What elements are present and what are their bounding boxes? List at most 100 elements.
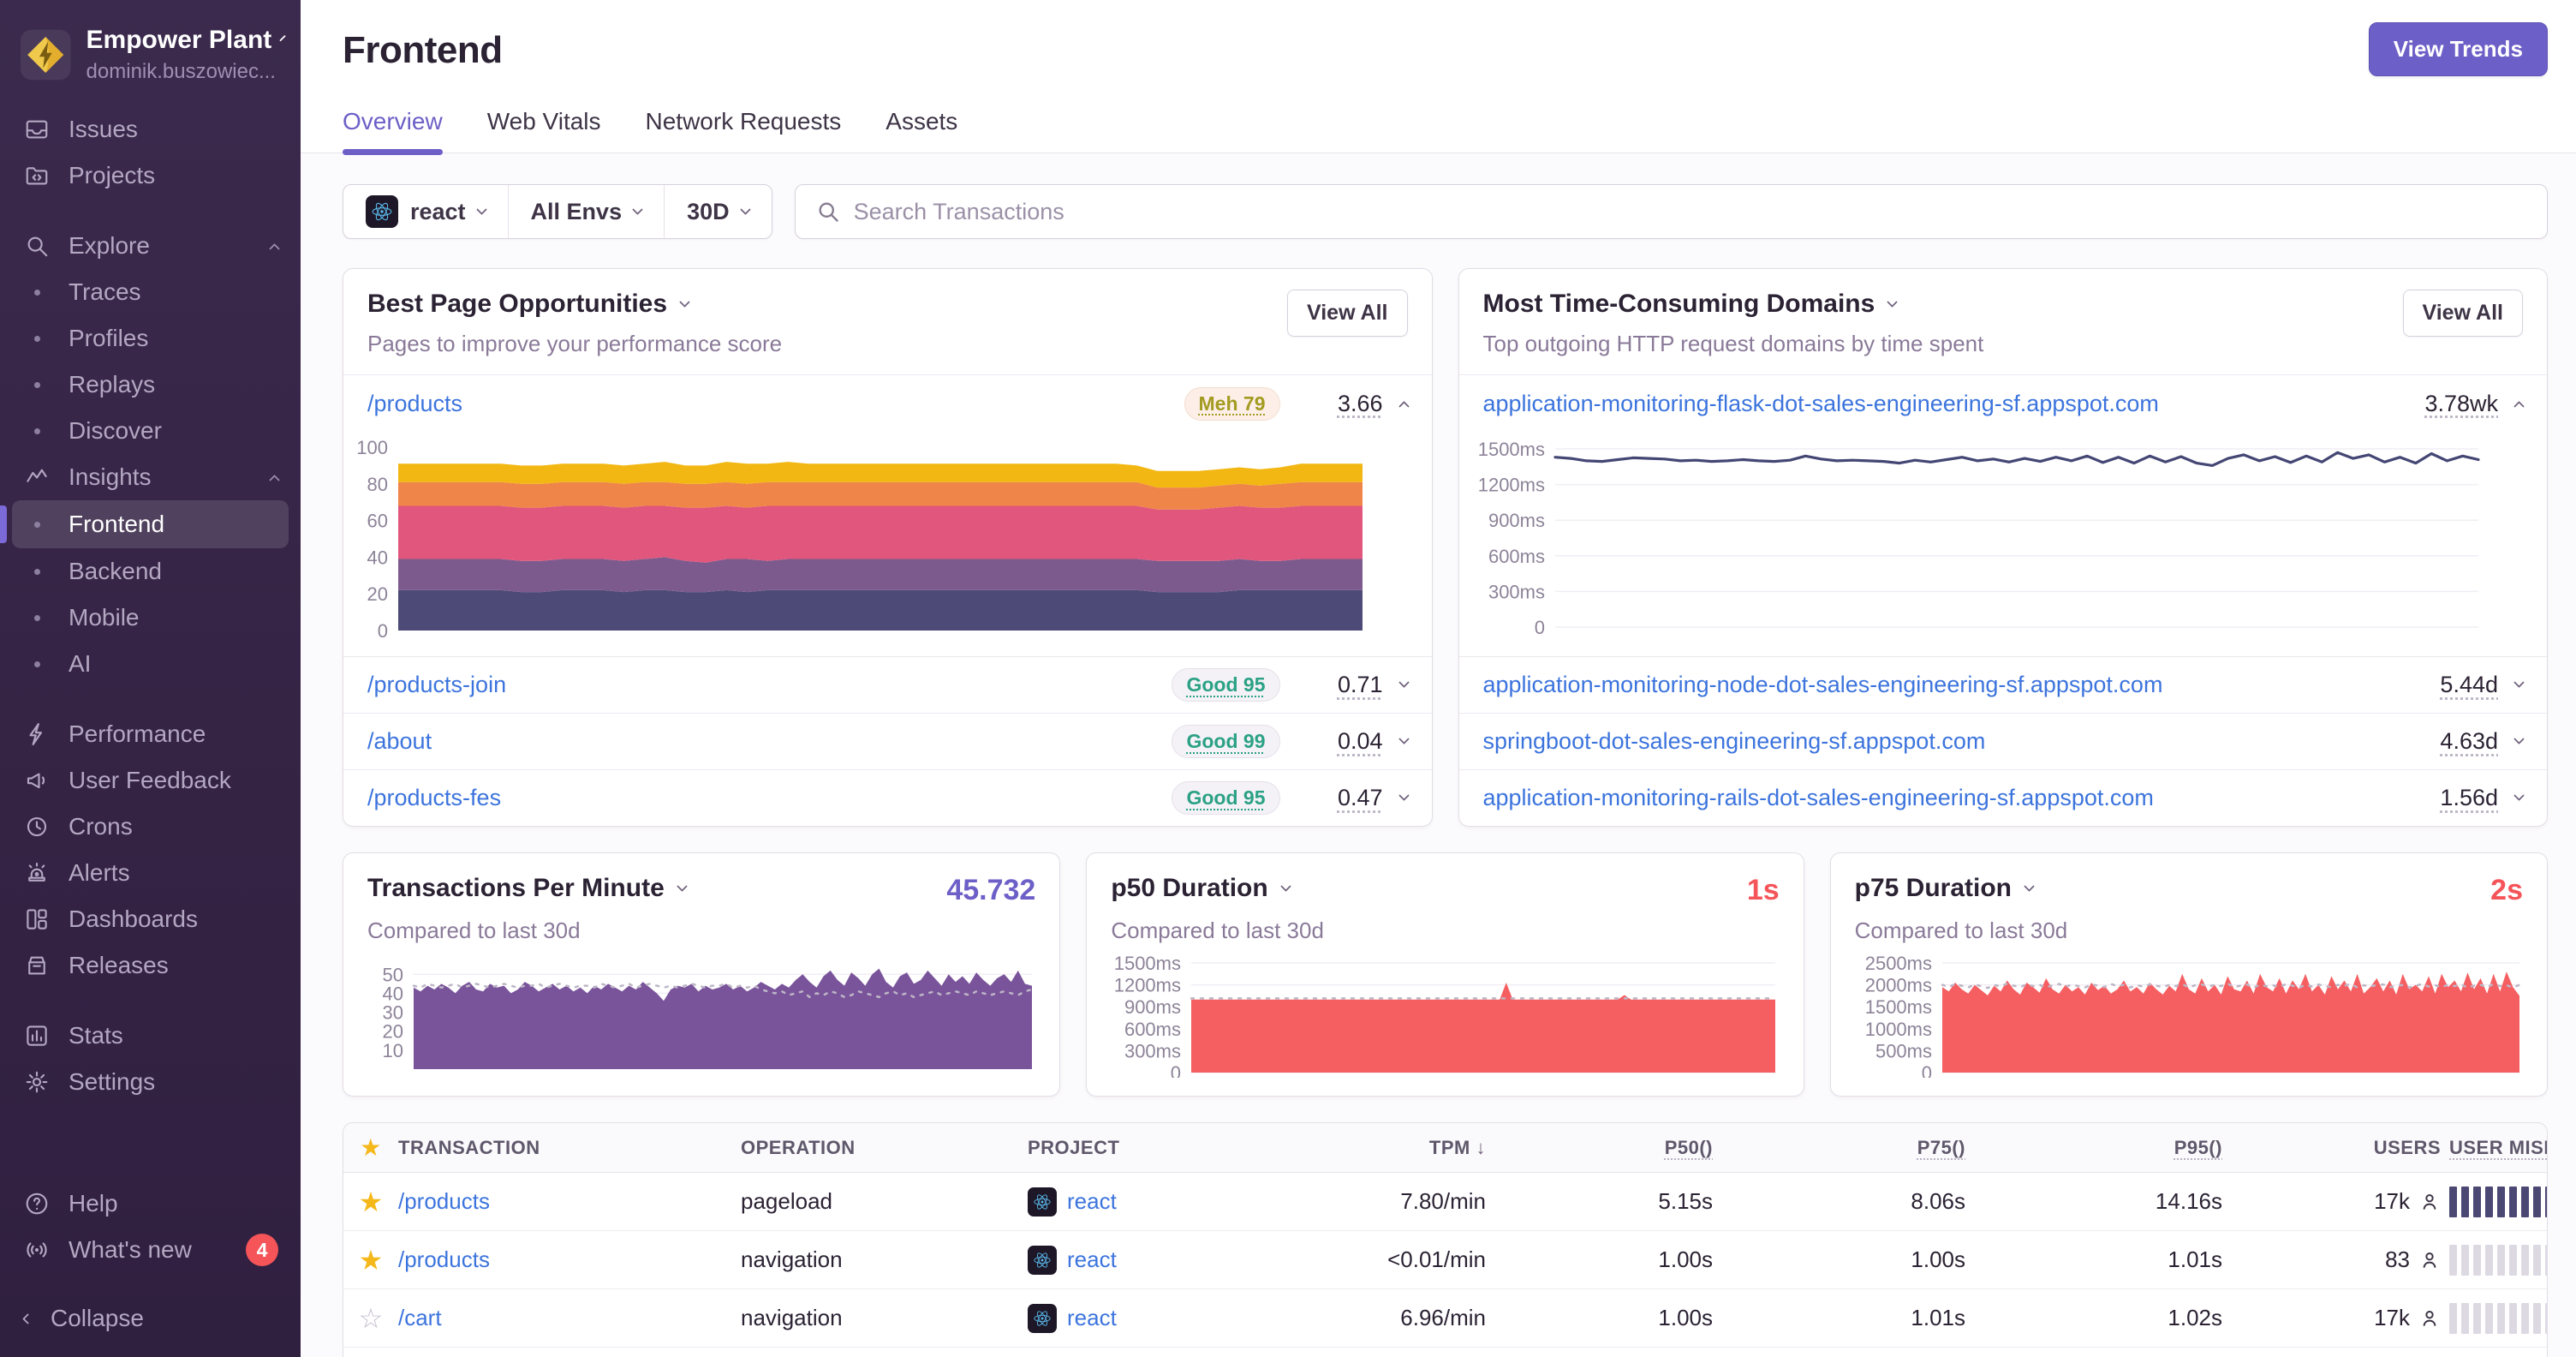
column-header-transaction[interactable]: TRANSACTION [398, 1137, 741, 1159]
project-link[interactable]: react [1028, 1303, 1315, 1333]
transaction-link[interactable]: /products [398, 1246, 741, 1273]
page-link[interactable]: /products-join [367, 672, 1172, 698]
sidebar-item-help[interactable]: Help [0, 1181, 301, 1227]
domain-link[interactable]: springboot-dot-sales-engineering-sf.apps… [1483, 728, 2396, 755]
collapse-button[interactable]: Collapse [0, 1295, 301, 1342]
tab-web-vitals[interactable]: Web Vitals [487, 108, 601, 152]
column-header-user-misery[interactable]: USER MISERY [2449, 1137, 2547, 1159]
domain-link[interactable]: application-monitoring-flask-dot-sales-e… [1483, 391, 2396, 417]
project-link[interactable]: react [1028, 1245, 1315, 1275]
table-row: ☆/checkoutnavigationreact6.24/min1.01s1.… [343, 1348, 2547, 1357]
column-header-tpm[interactable]: TPM ↓ [1315, 1137, 1494, 1159]
opportunity-score[interactable]: 0.04 [1294, 728, 1383, 755]
svg-text:600ms: 600ms [1488, 546, 1544, 567]
transaction-link[interactable]: /cart [398, 1305, 741, 1331]
column-header-p50-[interactable]: P50() [1494, 1137, 1721, 1159]
domain-time-spent[interactable]: 1.56d [2409, 785, 2498, 811]
sidebar-item-backend[interactable]: Backend [0, 548, 301, 595]
score-badge[interactable]: Good 95 [1172, 781, 1280, 815]
chevron-down-icon[interactable] [2513, 733, 2525, 745]
sidebar-item-traces[interactable]: Traces [0, 269, 301, 315]
sidebar-item-issues[interactable]: Issues [0, 106, 301, 152]
chevron-down-icon[interactable] [1398, 790, 1410, 802]
sidebar-item-replays[interactable]: Replays [0, 362, 301, 408]
opportunity-score[interactable]: 0.71 [1294, 672, 1383, 698]
chevron-down-icon[interactable] [2024, 880, 2035, 892]
summary-card-title: Transactions Per Minute [367, 874, 665, 902]
domain-time-spent[interactable]: 4.63d [2409, 728, 2498, 755]
sidebar-item-alerts[interactable]: Alerts [0, 850, 301, 896]
project-name: react [1067, 1246, 1117, 1272]
page-title: Frontend [343, 29, 503, 71]
star-toggle[interactable]: ★ [343, 1188, 398, 1216]
dashboards-icon [27, 909, 47, 930]
help-icon [26, 1193, 48, 1215]
page-link[interactable]: /products-fes [367, 785, 1172, 811]
opportunities-view-all-button[interactable]: View All [1287, 290, 1408, 337]
page-link[interactable]: /about [367, 728, 1172, 755]
domain-time-spent[interactable]: 5.44d [2409, 672, 2498, 698]
sidebar-item-releases[interactable]: Releases [0, 942, 301, 989]
sidebar-item-settings[interactable]: Settings [0, 1059, 301, 1105]
sidebar-item-discover[interactable]: Discover [0, 408, 301, 454]
sidebar-item-frontend[interactable]: Frontend [0, 500, 289, 548]
project-filter[interactable]: react [343, 185, 508, 238]
column-header-p95-[interactable]: P95() [1974, 1137, 2231, 1159]
chevron-up-icon[interactable] [2513, 400, 2525, 412]
sidebar-item-what-s-new[interactable]: What's new 4 [0, 1227, 301, 1273]
domain-link[interactable]: application-monitoring-rails-dot-sales-e… [1483, 785, 2396, 811]
react-project-icon [1028, 1187, 1057, 1217]
score-badge[interactable]: Meh 79 [1184, 386, 1280, 421]
score-badge[interactable]: Good 95 [1172, 668, 1280, 702]
domain-link[interactable]: application-monitoring-node-dot-sales-en… [1483, 672, 2396, 698]
tab-assets[interactable]: Assets [886, 108, 957, 152]
sidebar-item-dashboards[interactable]: Dashboards [0, 896, 301, 942]
sidebar-item-stats[interactable]: Stats [0, 1013, 301, 1059]
star-toggle[interactable]: ☆ [343, 1305, 398, 1332]
chevron-down-icon[interactable] [1398, 733, 1410, 745]
chevron-down-icon[interactable] [676, 880, 688, 892]
chevron-down-icon[interactable] [679, 296, 690, 308]
date-range-filter[interactable]: 30D [664, 185, 772, 238]
opportunity-score[interactable]: 3.66 [1294, 391, 1383, 417]
domain-time-spent[interactable]: 3.78wk [2409, 391, 2498, 417]
star-toggle[interactable]: ★ [343, 1246, 398, 1274]
table-row: ★/products pageload react 7.80/min 5.15s 8.06… [343, 1173, 2547, 1231]
environment-filter[interactable]: All Envs [507, 185, 665, 238]
chevron-down-icon[interactable] [2513, 790, 2525, 802]
summary-cards: Transactions Per Minute 45.732 Compared to… [343, 852, 2548, 1097]
sidebar-item-insights[interactable]: Insights [0, 454, 301, 500]
column-header-p75-[interactable]: P75() [1721, 1137, 1974, 1159]
project-link[interactable]: react [1028, 1187, 1315, 1217]
chevron-down-icon[interactable] [2513, 677, 2525, 689]
search-input[interactable] [853, 198, 2526, 225]
column-header-project[interactable]: PROJECT [1028, 1137, 1315, 1159]
sidebar-item-user-feedback[interactable]: User Feedback [0, 757, 301, 804]
tab-overview[interactable]: Overview [343, 108, 443, 155]
chevron-up-icon[interactable] [1398, 400, 1410, 412]
chevron-down-icon[interactable] [1279, 880, 1291, 892]
opportunity-score[interactable]: 0.47 [1294, 785, 1383, 811]
score-badge[interactable]: Good 99 [1172, 725, 1280, 758]
page-link[interactable]: /products [367, 391, 1184, 417]
sidebar-item-performance[interactable]: Performance [0, 711, 301, 757]
transaction-link[interactable]: /products [398, 1188, 741, 1215]
bullet-icon [24, 335, 50, 342]
sidebar-item-mobile[interactable]: Mobile [0, 595, 301, 641]
column-header-operation[interactable]: OPERATION [741, 1137, 1028, 1159]
column-header-users[interactable]: USERS [2231, 1137, 2449, 1159]
sidebar-item-crons[interactable]: Crons [0, 804, 301, 850]
sidebar-item-label: Settings [69, 1068, 156, 1095]
sidebar-item-ai[interactable]: AI [0, 641, 301, 687]
users-cell: 17k [2231, 1188, 2449, 1215]
org-switcher[interactable]: Empower Plant dominik.buszowiec... [0, 0, 301, 106]
sidebar-item-explore[interactable]: Explore [0, 223, 301, 269]
domains-view-all-button[interactable]: View All [2402, 290, 2523, 337]
sidebar-item-projects[interactable]: Projects [0, 152, 301, 199]
chevron-down-icon[interactable] [1398, 677, 1410, 689]
sidebar-item-profiles[interactable]: Profiles [0, 315, 301, 362]
view-trends-button[interactable]: View Trends [2368, 22, 2548, 76]
chevron-down-icon[interactable] [1887, 296, 1899, 308]
tab-network-requests[interactable]: Network Requests [646, 108, 842, 152]
bullet-icon [24, 661, 50, 667]
